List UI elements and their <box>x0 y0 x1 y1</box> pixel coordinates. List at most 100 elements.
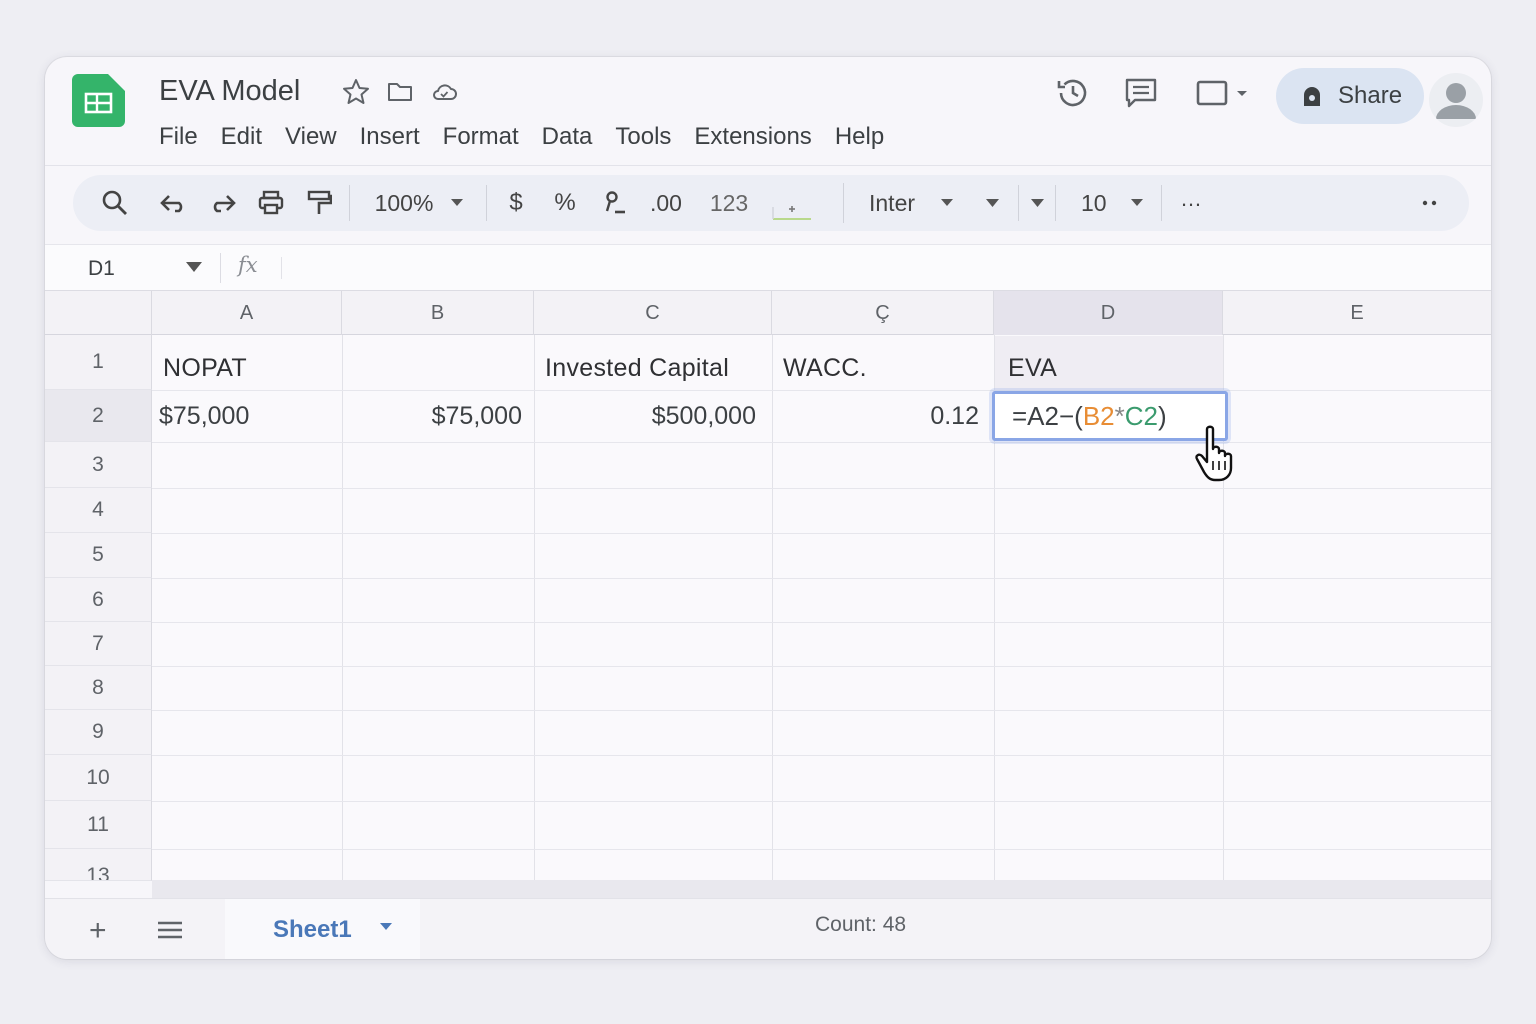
redo-icon <box>213 195 236 213</box>
cell-c2[interactable]: $500,000 <box>534 390 756 442</box>
paint-format-button[interactable] <box>301 175 337 231</box>
more-options-button[interactable]: … <box>1173 175 1211 231</box>
decrease-decimal-button[interactable] <box>597 175 633 231</box>
row-divider <box>152 801 1491 802</box>
cell-c-cedilla2[interactable]: 0.12 <box>772 390 979 442</box>
add-sheet-button[interactable]: + <box>89 914 107 948</box>
formula-suffix: ) <box>1158 400 1167 431</box>
redo-button[interactable] <box>205 175 241 231</box>
document-title[interactable]: EVA Model <box>159 75 300 108</box>
number-format-label: 123 <box>709 189 749 216</box>
fx-icon: fx <box>238 253 258 277</box>
menu-file[interactable]: File <box>159 123 198 151</box>
spreadsheet-grid[interactable]: A B C Ç D E 1 2 3 4 5 6 7 8 9 10 11 13 N… <box>45 291 1491 881</box>
format-dropdown-button[interactable] <box>1023 175 1051 231</box>
zoom-select[interactable]: 100% <box>363 175 475 231</box>
row-header-10[interactable]: 10 <box>45 755 152 801</box>
row-header-4[interactable]: 4 <box>45 488 152 533</box>
insert-cell-button[interactable] <box>769 175 813 231</box>
sheets-logo-icon[interactable] <box>72 74 125 127</box>
formula-bar-separator <box>220 253 221 283</box>
print-icon <box>258 190 284 215</box>
increase-decimal-button[interactable]: .00 <box>641 175 691 231</box>
column-header-e[interactable]: E <box>1223 291 1491 335</box>
menu-edit[interactable]: Edit <box>221 123 262 151</box>
more-formats-button[interactable]: 123 <box>701 175 757 231</box>
selection-status[interactable]: Count: 48 <box>815 913 906 937</box>
search-menus-button[interactable] <box>95 175 135 231</box>
toolbar-overflow-button[interactable] <box>1413 175 1447 231</box>
menu-extensions[interactable]: Extensions <box>694 123 811 151</box>
font-size-select[interactable]: 10 <box>1073 175 1161 231</box>
row-divider <box>152 755 1491 756</box>
share-label: Share <box>1338 82 1403 109</box>
formula-ref-b2: B2 <box>1082 400 1115 431</box>
present-icon[interactable] <box>1195 75 1255 111</box>
percent-format-button[interactable]: % <box>548 175 582 231</box>
name-box-dropdown-icon[interactable] <box>186 262 202 272</box>
insert-cell-icon <box>772 206 811 220</box>
comments-icon[interactable] <box>1123 75 1159 111</box>
column-header-c[interactable]: C <box>534 291 772 335</box>
spreadsheet-window: EVA Model File Edit View Insert Format D… <box>45 57 1491 959</box>
menu-insert[interactable]: Insert <box>360 123 420 151</box>
row-header-3[interactable]: 3 <box>45 442 152 488</box>
menu-data[interactable]: Data <box>542 123 593 151</box>
row-divider <box>152 442 1491 443</box>
undo-button[interactable] <box>155 175 191 231</box>
sheet-tab-chevron-down-icon[interactable] <box>380 923 392 930</box>
formula-ref-c2: C2 <box>1124 400 1159 431</box>
all-sheets-icon[interactable] <box>157 921 183 939</box>
column-header-b[interactable]: B <box>342 291 534 335</box>
select-all-corner[interactable] <box>45 291 152 335</box>
row-header-13-label: 13 <box>86 864 110 881</box>
sheet-bar: + Sheet1 Count: 48 <box>45 898 1491 959</box>
chevron-down-icon <box>451 199 464 206</box>
account-avatar[interactable] <box>1429 73 1483 127</box>
star-icon[interactable] <box>341 77 371 107</box>
name-box[interactable]: D1 <box>88 257 115 281</box>
row-divider <box>152 849 1491 850</box>
row-header-9[interactable]: 9 <box>45 710 152 755</box>
folder-icon[interactable] <box>385 77 415 107</box>
menu-bar: File Edit View Insert Format Data Tools … <box>159 123 907 151</box>
formula-bar: D1 fx <box>45 244 1491 291</box>
font-select[interactable]: Inter <box>863 175 973 231</box>
horizontal-scrollbar[interactable] <box>152 880 1491 898</box>
version-history-icon[interactable] <box>1055 75 1091 111</box>
sheet-tab-sheet1[interactable]: Sheet1 <box>225 899 420 959</box>
column-header-d[interactable]: D <box>994 291 1223 335</box>
undo-icon <box>160 195 183 213</box>
row-divider <box>152 622 1491 623</box>
toolbar: 100% $ % .00 123 Inter 10 … <box>73 175 1469 231</box>
row-header-11[interactable]: 11 <box>45 801 152 849</box>
currency-format-button[interactable]: $ <box>499 175 533 231</box>
menu-format[interactable]: Format <box>443 123 519 151</box>
row-header-13[interactable]: 13 <box>45 849 152 881</box>
menu-view[interactable]: View <box>285 123 337 151</box>
cell-a2[interactable]: $75,000 <box>159 390 249 442</box>
paint-format-icon <box>307 190 332 214</box>
share-button[interactable]: Share <box>1276 68 1424 124</box>
row-header-6[interactable]: 6 <box>45 578 152 622</box>
row-header-5[interactable]: 5 <box>45 533 152 578</box>
menu-help[interactable]: Help <box>835 123 884 151</box>
print-button[interactable] <box>253 175 289 231</box>
column-header-c-cedilla[interactable]: Ç <box>772 291 994 335</box>
formula-operator: * <box>1114 400 1125 431</box>
row-header-7[interactable]: 7 <box>45 622 152 666</box>
percent-label: % <box>554 189 576 216</box>
font-dropdown-button[interactable] <box>978 175 1006 231</box>
chevron-down-icon <box>1030 198 1044 207</box>
row-divider <box>152 710 1491 711</box>
column-header-a[interactable]: A <box>152 291 342 335</box>
row-header-8[interactable]: 8 <box>45 666 152 710</box>
toolbar-separator <box>1018 185 1019 221</box>
row-header-2[interactable]: 2 <box>45 390 152 442</box>
row-header-1[interactable]: 1 <box>45 335 152 390</box>
cell-b2[interactable]: $75,000 <box>342 390 522 442</box>
formula-prefix: =A2−( <box>1012 400 1083 431</box>
cloud-icon[interactable] <box>429 77 459 107</box>
font-value: Inter <box>869 189 916 216</box>
menu-tools[interactable]: Tools <box>615 123 671 151</box>
